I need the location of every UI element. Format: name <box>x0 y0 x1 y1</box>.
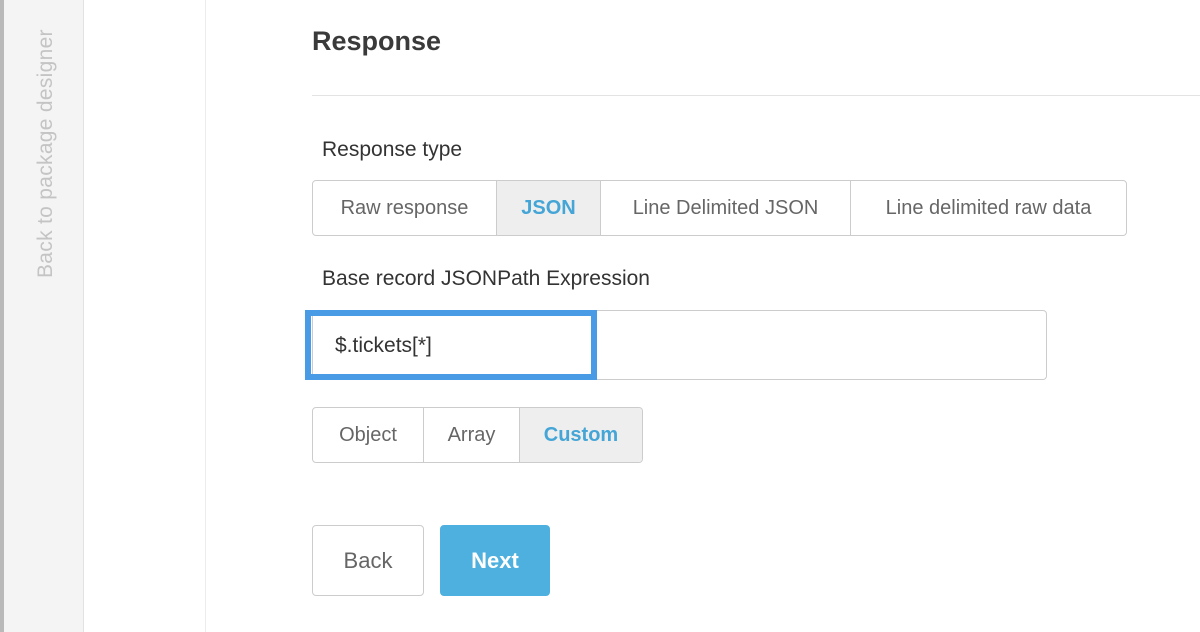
back-button[interactable]: Back <box>312 525 424 596</box>
main-content: Response Response type Raw response JSON… <box>305 0 1200 632</box>
title-divider <box>312 95 1200 96</box>
response-type-selector: Raw response JSON Line Delimited JSON Li… <box>312 180 1127 236</box>
record-kind-custom[interactable]: Custom <box>520 408 642 462</box>
response-type-line-delimited-json[interactable]: Line Delimited JSON <box>601 181 851 235</box>
jsonpath-input[interactable] <box>335 329 1035 363</box>
record-kind-array[interactable]: Array <box>424 408 520 462</box>
response-type-line-delimited-raw-data[interactable]: Line delimited raw data <box>851 181 1126 235</box>
response-type-raw-response[interactable]: Raw response <box>313 181 497 235</box>
jsonpath-field <box>312 310 1047 380</box>
response-type-label: Response type <box>322 138 463 161</box>
record-kind-selector: Object Array Custom <box>312 407 643 463</box>
jsonpath-label: Base record JSONPath Expression <box>322 267 650 290</box>
divider <box>205 0 206 632</box>
page-title: Response <box>312 26 442 56</box>
response-type-json[interactable]: JSON <box>497 181 601 235</box>
next-button[interactable]: Next <box>440 525 550 596</box>
record-kind-object[interactable]: Object <box>313 408 424 462</box>
back-to-package-designer-strip[interactable]: Back to package designer <box>0 0 84 632</box>
back-to-package-designer-label: Back to package designer <box>34 29 57 278</box>
page: Back to package designer Response Respon… <box>0 0 1200 632</box>
